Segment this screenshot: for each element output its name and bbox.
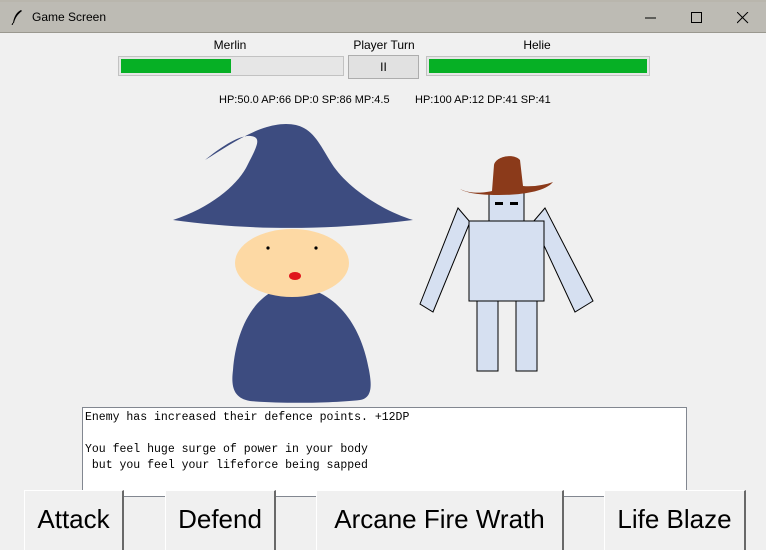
wizard-right-eye bbox=[314, 246, 318, 250]
robot-left-eye bbox=[495, 202, 503, 205]
wizard-robe bbox=[232, 285, 371, 403]
robot-right-eye bbox=[510, 202, 518, 205]
defend-button[interactable]: Defend bbox=[165, 490, 276, 550]
cowboy-hat bbox=[460, 156, 553, 195]
robot-torso bbox=[468, 220, 545, 302]
wizard-sprite bbox=[173, 124, 413, 403]
wizard-face bbox=[235, 229, 349, 297]
robot-head bbox=[488, 192, 525, 222]
life-blaze-button[interactable]: Life Blaze bbox=[604, 490, 746, 550]
robot-right-leg bbox=[515, 300, 538, 372]
battle-log: Enemy has increased their defence points… bbox=[82, 407, 687, 497]
arcane-fire-wrath-button[interactable]: Arcane Fire Wrath bbox=[316, 490, 564, 550]
robot-left-arm bbox=[419, 207, 471, 313]
wizard-hat bbox=[173, 124, 413, 228]
wizard-left-eye bbox=[266, 246, 270, 250]
robot-sprite bbox=[419, 156, 594, 372]
wizard-mouth bbox=[289, 272, 301, 280]
attack-button[interactable]: Attack bbox=[24, 490, 124, 550]
robot-left-leg bbox=[476, 300, 499, 372]
